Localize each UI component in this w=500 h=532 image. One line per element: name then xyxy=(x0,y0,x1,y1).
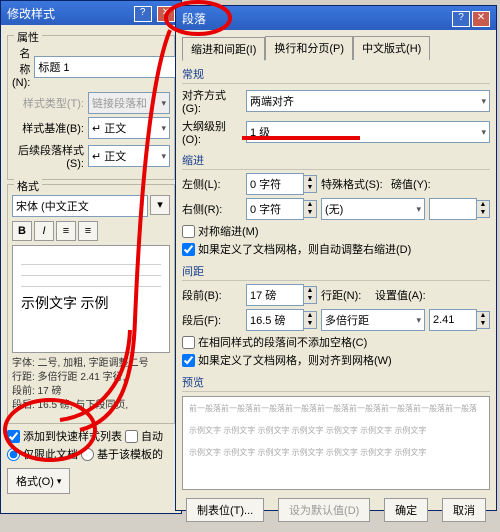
outline-select[interactable]: 1 级 xyxy=(246,121,490,143)
tab-asian[interactable]: 中文版式(H) xyxy=(353,36,430,60)
tab-bar: 缩进和间距(I) 换行和分页(P) 中文版式(H) xyxy=(182,36,490,60)
nospace-checkbox[interactable] xyxy=(182,336,195,349)
tabstops-button[interactable]: 制表位(T)... xyxy=(186,498,264,522)
preview-text: 示例文字 示例 xyxy=(21,293,161,313)
style-description: 字体: 二号, 加粗, 字距调整二号 行距: 多倍行距 2.41 字行, 段前:… xyxy=(12,357,170,413)
attributes-group: 属性 名称(N): 样式类型(T):链接段落和 样式基准(B):↵ 正文 后续段… xyxy=(7,35,175,180)
before-label: 段前(B): xyxy=(182,287,242,303)
modify-style-dialog: 修改样式 ? ✕ 属性 名称(N): 样式类型(T):链接段落和 样式基准(B)… xyxy=(0,0,182,514)
before-input[interactable] xyxy=(246,284,304,306)
format-label: 格式 xyxy=(14,178,42,194)
right-label: 右侧(R): xyxy=(182,201,242,217)
autoupdate-checkbox[interactable] xyxy=(125,430,138,443)
paragraph-title: 段落 xyxy=(182,10,206,27)
section-indent: 缩进 xyxy=(182,152,490,170)
special-select[interactable]: (无) xyxy=(321,198,425,220)
spin-up-icon[interactable]: ▲ xyxy=(304,176,316,184)
name-label: 名称(N): xyxy=(12,45,30,89)
titlebar-buttons: ? ✕ xyxy=(132,4,175,22)
bold-button[interactable]: B xyxy=(12,221,32,241)
cancel-button[interactable]: 取消 xyxy=(442,498,486,522)
paragraph-titlebar[interactable]: 段落 ?✕ xyxy=(176,6,496,30)
nospace-label: 在相同样式的段落间不添加空格(C) xyxy=(198,334,367,350)
next-select[interactable]: ↵ 正文 xyxy=(88,145,170,167)
add-quicklist-label: 添加到快速样式列表 xyxy=(23,428,122,444)
section-general: 常规 xyxy=(182,66,490,84)
format-button[interactable]: 格式(O) xyxy=(7,468,70,494)
section-spacing: 间距 xyxy=(182,263,490,281)
align-label: 对齐方式(G): xyxy=(182,87,242,115)
mirror-label: 对称缩进(M) xyxy=(198,223,259,239)
snapgrid-label: 如果定义了文档网格，则对齐到网格(W) xyxy=(198,352,392,368)
auto-indent-label: 如果定义了文档网格，则自动调整右缩进(D) xyxy=(198,241,411,257)
outline-label: 大纲级别(O): xyxy=(182,118,242,146)
base-label: 样式基准(B): xyxy=(12,120,84,136)
tab-line-page[interactable]: 换行和分页(P) xyxy=(265,36,353,60)
after-label: 段后(F): xyxy=(182,312,242,328)
lineheight-label: 行距(N): xyxy=(321,287,371,303)
align-left-button[interactable]: ≡ xyxy=(56,221,76,241)
format-group: 格式 宋体 (中文正文 ▾ B I ≡ ≡ 示例文字 示例 字体: 二号, 加粗… xyxy=(7,184,175,424)
right-input[interactable] xyxy=(246,198,304,220)
mirror-checkbox[interactable] xyxy=(182,225,195,238)
auto-indent-checkbox[interactable] xyxy=(182,243,195,256)
lineheight-select[interactable]: 多倍行距 xyxy=(321,309,425,331)
yval-input[interactable] xyxy=(429,198,477,220)
italic-button[interactable]: I xyxy=(34,221,54,241)
base-select[interactable]: ↵ 正文 xyxy=(88,117,170,139)
default-button[interactable]: 设为默认值(D) xyxy=(278,498,370,522)
style-preview: 示例文字 示例 xyxy=(12,245,170,353)
next-label: 后续段落样式(S): xyxy=(12,142,84,170)
snapgrid-checkbox[interactable] xyxy=(182,354,195,367)
help-icon[interactable]: ? xyxy=(134,6,152,22)
modify-style-titlebar[interactable]: 修改样式 ? ✕ xyxy=(1,1,181,25)
paragraph-preview: 前一般落前一般落前一般落前一般落前一般落前一般落前一般落前一般落前一般落 示例文… xyxy=(182,396,490,490)
special-label: 特殊格式(S): xyxy=(321,176,387,192)
ok-button[interactable]: 确定 xyxy=(384,498,428,522)
left-label: 左侧(L): xyxy=(182,176,242,192)
only-doc-radio[interactable] xyxy=(7,448,20,461)
tab-indent-spacing[interactable]: 缩进和间距(I) xyxy=(182,37,265,61)
close-icon[interactable]: ✕ xyxy=(472,11,490,27)
align-center-button[interactable]: ≡ xyxy=(78,221,98,241)
type-label: 样式类型(T): xyxy=(12,95,84,111)
left-input[interactable] xyxy=(246,173,304,195)
font-select[interactable]: 宋体 (中文正文 xyxy=(12,195,148,217)
modify-style-title: 修改样式 xyxy=(7,5,55,22)
close-icon[interactable]: ✕ xyxy=(157,6,175,22)
help-icon[interactable]: ? xyxy=(452,11,470,27)
align-select[interactable]: 两端对齐 xyxy=(246,90,490,112)
setval-input[interactable] xyxy=(429,309,477,331)
after-input[interactable] xyxy=(246,309,304,331)
setval-label: 设置值(A): xyxy=(375,287,431,303)
yval-label: 磅值(Y): xyxy=(391,176,437,192)
based-template-radio[interactable] xyxy=(81,448,94,461)
type-select: 链接段落和 xyxy=(88,92,170,114)
attributes-label: 属性 xyxy=(14,29,42,45)
section-preview: 预览 xyxy=(182,374,490,392)
spin-down-icon[interactable]: ▼ xyxy=(304,184,316,192)
paragraph-dialog: 段落 ?✕ 缩进和间距(I) 换行和分页(P) 中文版式(H) 常规 对齐方式(… xyxy=(175,5,497,511)
only-doc-label: 仅限此文档 xyxy=(23,446,78,462)
name-input[interactable] xyxy=(34,56,184,78)
font-size-select[interactable]: ▾ xyxy=(150,195,170,215)
add-quicklist-checkbox[interactable] xyxy=(7,430,20,443)
